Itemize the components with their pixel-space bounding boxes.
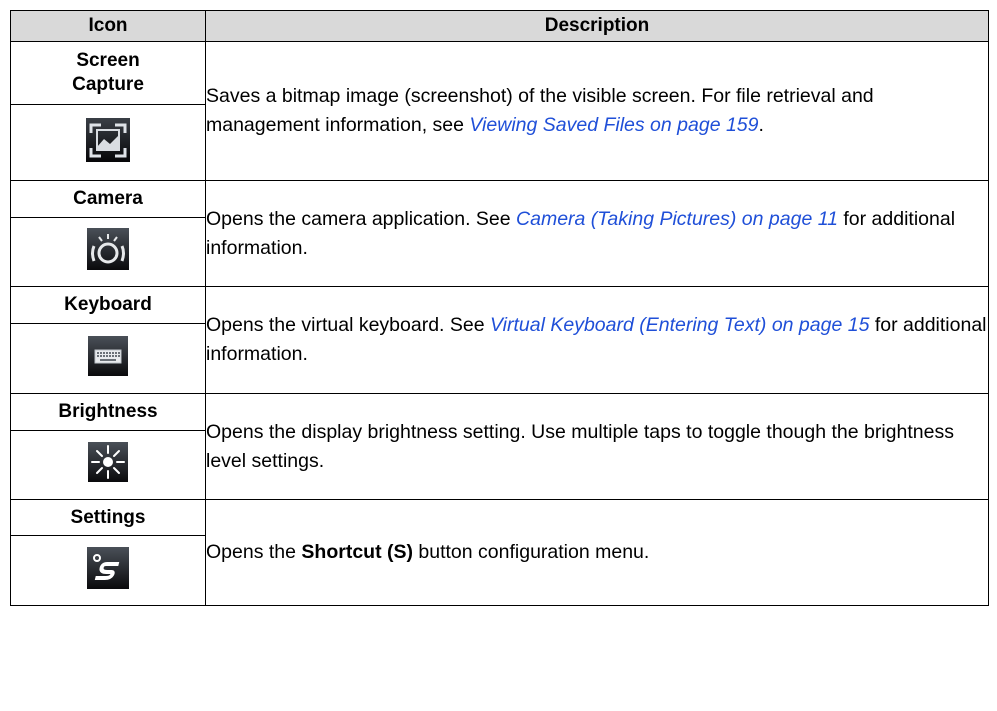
brightness-icon [88,442,128,488]
table-row: Camera Opens the camera application. See… [10,180,989,287]
description-text: Opens the camera application. See [206,207,517,230]
table-row: Brightness Opens the display brightness … [10,393,989,500]
icon-cell [10,217,206,287]
row-description-keyboard: Opens the virtual keyboard. See Virtual … [205,286,989,394]
keyboard-icon [88,335,128,382]
row-name-settings: Settings [10,499,206,536]
shortcut-button-name: Shortcut (S) [301,541,413,563]
page-reference[interactable]: on page 15 [766,314,870,336]
settings-icon [87,546,129,595]
table-row: Keyboard Opens the virtual keyboard. See… [10,286,989,394]
row-description-brightness: Opens the display brightness setting. Us… [205,393,989,500]
header-row: Icon Description [10,10,989,42]
row-name-screen-capture: Screen Capture [10,41,206,105]
description-text: button configuration menu. [412,541,650,563]
row-description-settings: Opens the Shortcut (S) button configurat… [205,499,989,606]
camera-taking-pictures-link[interactable]: Camera (Taking Pictures) [516,208,736,230]
viewing-saved-files-link[interactable]: Viewing Saved Files [469,114,644,136]
document-page: Icon Description Screen Capture Saves a … [0,0,997,711]
description-text: Opens the [206,541,302,563]
virtual-keyboard-link[interactable]: Virtual Keyboard (Entering Text) [490,314,766,336]
icon-cell [10,430,206,500]
page-reference[interactable]: on page 11 [736,208,838,230]
row-name-keyboard: Keyboard [10,286,206,324]
table-row: Settings Opens the Shortcut (S) button c… [10,499,989,606]
header-icon: Icon [10,10,206,42]
icon-cell [10,104,206,181]
header-description: Description [205,10,989,42]
row-name-brightness: Brightness [10,393,206,431]
camera-icon [87,228,129,276]
row-name-camera: Camera [10,180,206,218]
icon-description-table: Icon Description Screen Capture Saves a … [10,10,989,606]
table-row: Screen Capture Saves a bitmap image (scr… [10,41,989,181]
row-description-camera: Opens the camera application. See Camera… [205,180,989,287]
icon-cell [10,535,206,606]
page-reference[interactable]: on page 159 [645,114,758,136]
description-text: Opens the virtual keyboard. See [206,314,490,336]
description-text: . [758,114,764,136]
row-description-screen-capture: Saves a bitmap image (screenshot) of the… [205,41,989,181]
screen-capture-icon [86,117,130,168]
row-name-line: Capture [72,74,144,95]
icon-cell [10,323,206,394]
row-name-line: Screen [76,50,140,71]
